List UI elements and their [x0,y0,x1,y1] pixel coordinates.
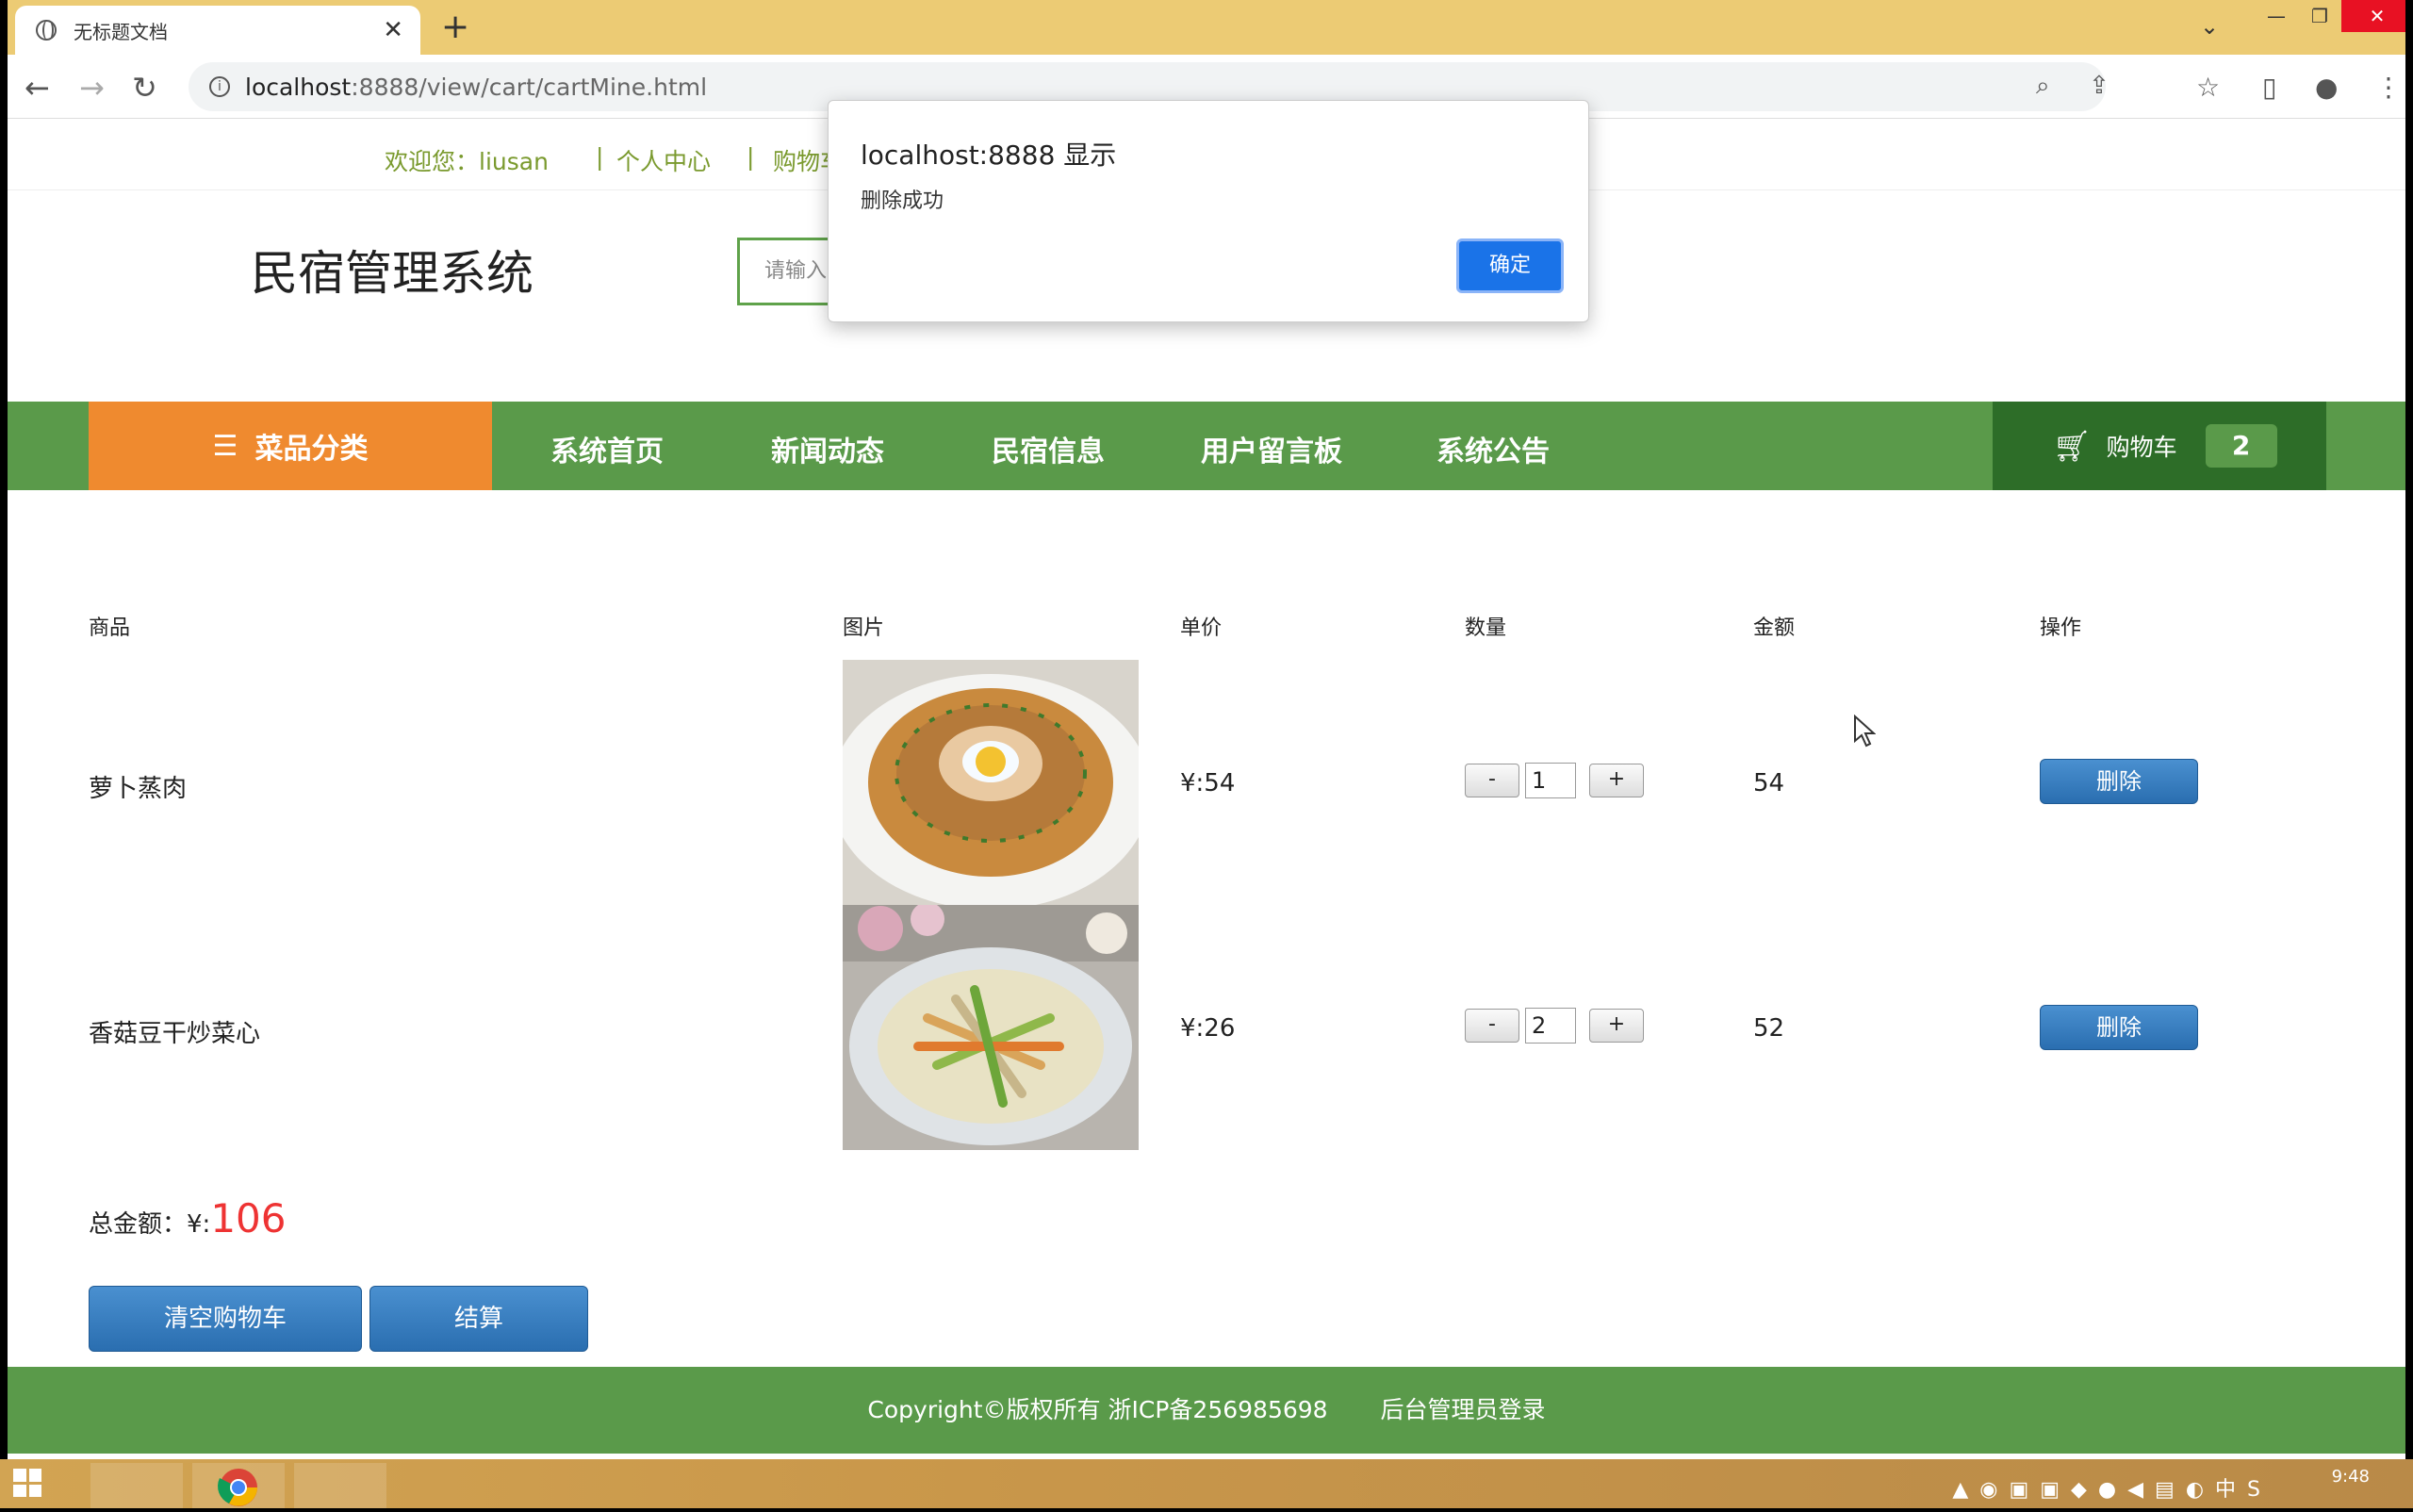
chrome-icon[interactable] [192,1463,285,1508]
cart-icon: 🛒︎ [2053,428,2092,464]
quantity-increase-button[interactable]: + [1589,1009,1644,1043]
column-header-product: 商品 [89,616,131,640]
reload-icon[interactable]: ↻ [132,70,157,106]
alert-message: 删除成功 [861,189,944,213]
system-tray: ▲◉▣▣◆●◀▤◐中S [1952,1478,2272,1502]
chevron-down-icon[interactable]: ⌄ [2200,13,2219,40]
restore-icon[interactable]: ❐ [2298,0,2341,32]
screen: 无标题文档 ✕ + ⌄ — ❐ ✕ ← → ↻ i localhost:8888… [8,0,2405,1508]
globe-icon [36,20,57,41]
total-value: 106 [210,1195,287,1241]
nav-item-news[interactable]: 新闻动态 [771,428,884,469]
column-header-amount: 金额 [1753,616,1796,640]
zoom-icon[interactable]: ⌕ [2036,72,2050,101]
product-name: 萝卜蒸肉 [89,775,188,803]
nav-item-notice[interactable]: 系统公告 [1436,428,1550,469]
alert-ok-button[interactable]: 确定 [1456,238,1564,293]
taskbar-app-icon[interactable] [294,1463,386,1508]
product-image [843,905,1139,1150]
quantity-increase-button[interactable]: + [1589,764,1644,797]
column-header-price: 单价 [1180,616,1223,640]
minimize-icon[interactable]: — [2255,0,2298,32]
share-icon[interactable]: ⇪ [2089,72,2109,100]
row-amount: 52 [1753,1014,1785,1043]
category-menu-button[interactable]: ☰ 菜品分类 [89,402,492,490]
taskbar-clock: 9:48 [2331,1467,2370,1487]
windows-start-icon[interactable] [13,1469,41,1497]
delete-button[interactable]: 删除 [2040,759,2198,804]
total-label: 总金额：¥: [89,1210,211,1239]
separator: | [596,143,604,171]
column-header-quantity: 数量 [1465,616,1507,640]
browser-tab[interactable]: 无标题文档 ✕ [15,6,420,55]
alert-title: localhost:8888 显示 [861,140,1117,171]
forward-icon[interactable]: → [79,70,105,106]
mouse-cursor-icon [1854,715,1876,748]
alert-dialog: localhost:8888 显示 删除成功 确定 [828,100,1589,322]
cart-label: 购物车 [2106,434,2177,461]
admin-login-link[interactable]: 后台管理员登录 [1381,1396,1546,1423]
row-amount: 54 [1753,769,1785,797]
nav-item-guestbook[interactable]: 用户留言板 [1201,428,1342,469]
list-icon: ☰ [212,429,238,463]
total-amount: 总金额：¥:106 [89,1195,286,1241]
footer: Copyright©版权所有 浙ICP备256985698 后台管理员登录 [8,1367,2405,1454]
taskbar-app-icon[interactable] [90,1463,183,1508]
welcome-text: 欢迎您：liusan [385,148,549,175]
browser-tabbar: 无标题文档 ✕ + ⌄ — ❐ ✕ [8,0,2405,55]
separator: | [747,143,755,171]
url-host: localhost [245,73,352,101]
tab-title: 无标题文档 [74,20,168,43]
url-path: :8888/view/cart/cartMine.html [351,73,708,101]
nav-item-home[interactable]: 系统首页 [550,428,664,469]
window-close-icon[interactable]: ✕ [2341,0,2405,32]
unit-price: ¥:26 [1180,1014,1236,1043]
quantity-input[interactable]: 2 [1525,1008,1576,1044]
delete-button[interactable]: 删除 [2040,1005,2198,1050]
close-tab-icon[interactable]: ✕ [383,16,403,44]
menu-dots-icon[interactable]: ⋮ [2375,72,2402,103]
clear-cart-button[interactable]: 清空购物车 [89,1286,362,1352]
column-header-action: 操作 [2040,616,2082,640]
bookmark-star-icon[interactable]: ☆ [2196,72,2220,103]
quantity-decrease-button[interactable]: - [1465,1009,1519,1043]
quantity-decrease-button[interactable]: - [1465,764,1519,797]
side-panel-icon[interactable]: ▯ [2262,72,2276,103]
new-tab-icon[interactable]: + [441,8,469,46]
nav-item-homestay[interactable]: 民宿信息 [992,428,1105,469]
product-name: 香菇豆干炒菜心 [89,1020,261,1048]
back-icon[interactable]: ← [25,70,50,106]
product-image [843,660,1139,905]
window-controls: — ❐ ✕ [2255,0,2405,34]
profile-avatar-icon[interactable]: ● [2315,72,2338,103]
unit-price: ¥:54 [1180,769,1236,797]
cart-summary-button[interactable]: 🛒︎ 购物车 2 [1993,402,2326,490]
quantity-input[interactable]: 1 [1525,763,1576,798]
site-info-icon[interactable]: i [209,76,230,97]
category-label: 菜品分类 [254,433,369,466]
cart-count-badge: 2 [2205,424,2277,468]
column-header-image: 图片 [843,616,885,640]
copyright-text: Copyright©版权所有 浙ICP备256985698 [867,1396,1328,1423]
site-logo: 民宿管理系统 [251,246,533,301]
profile-link[interactable]: 个人中心 [616,143,711,177]
main-nav: ☰ 菜品分类 系统首页 新闻动态 民宿信息 用户留言板 系统公告 🛒︎ 购物车 … [8,402,2405,490]
taskbar: ▲◉▣▣◆●◀▤◐中S 9:48 [0,1459,2413,1508]
checkout-button[interactable]: 结算 [369,1286,588,1352]
